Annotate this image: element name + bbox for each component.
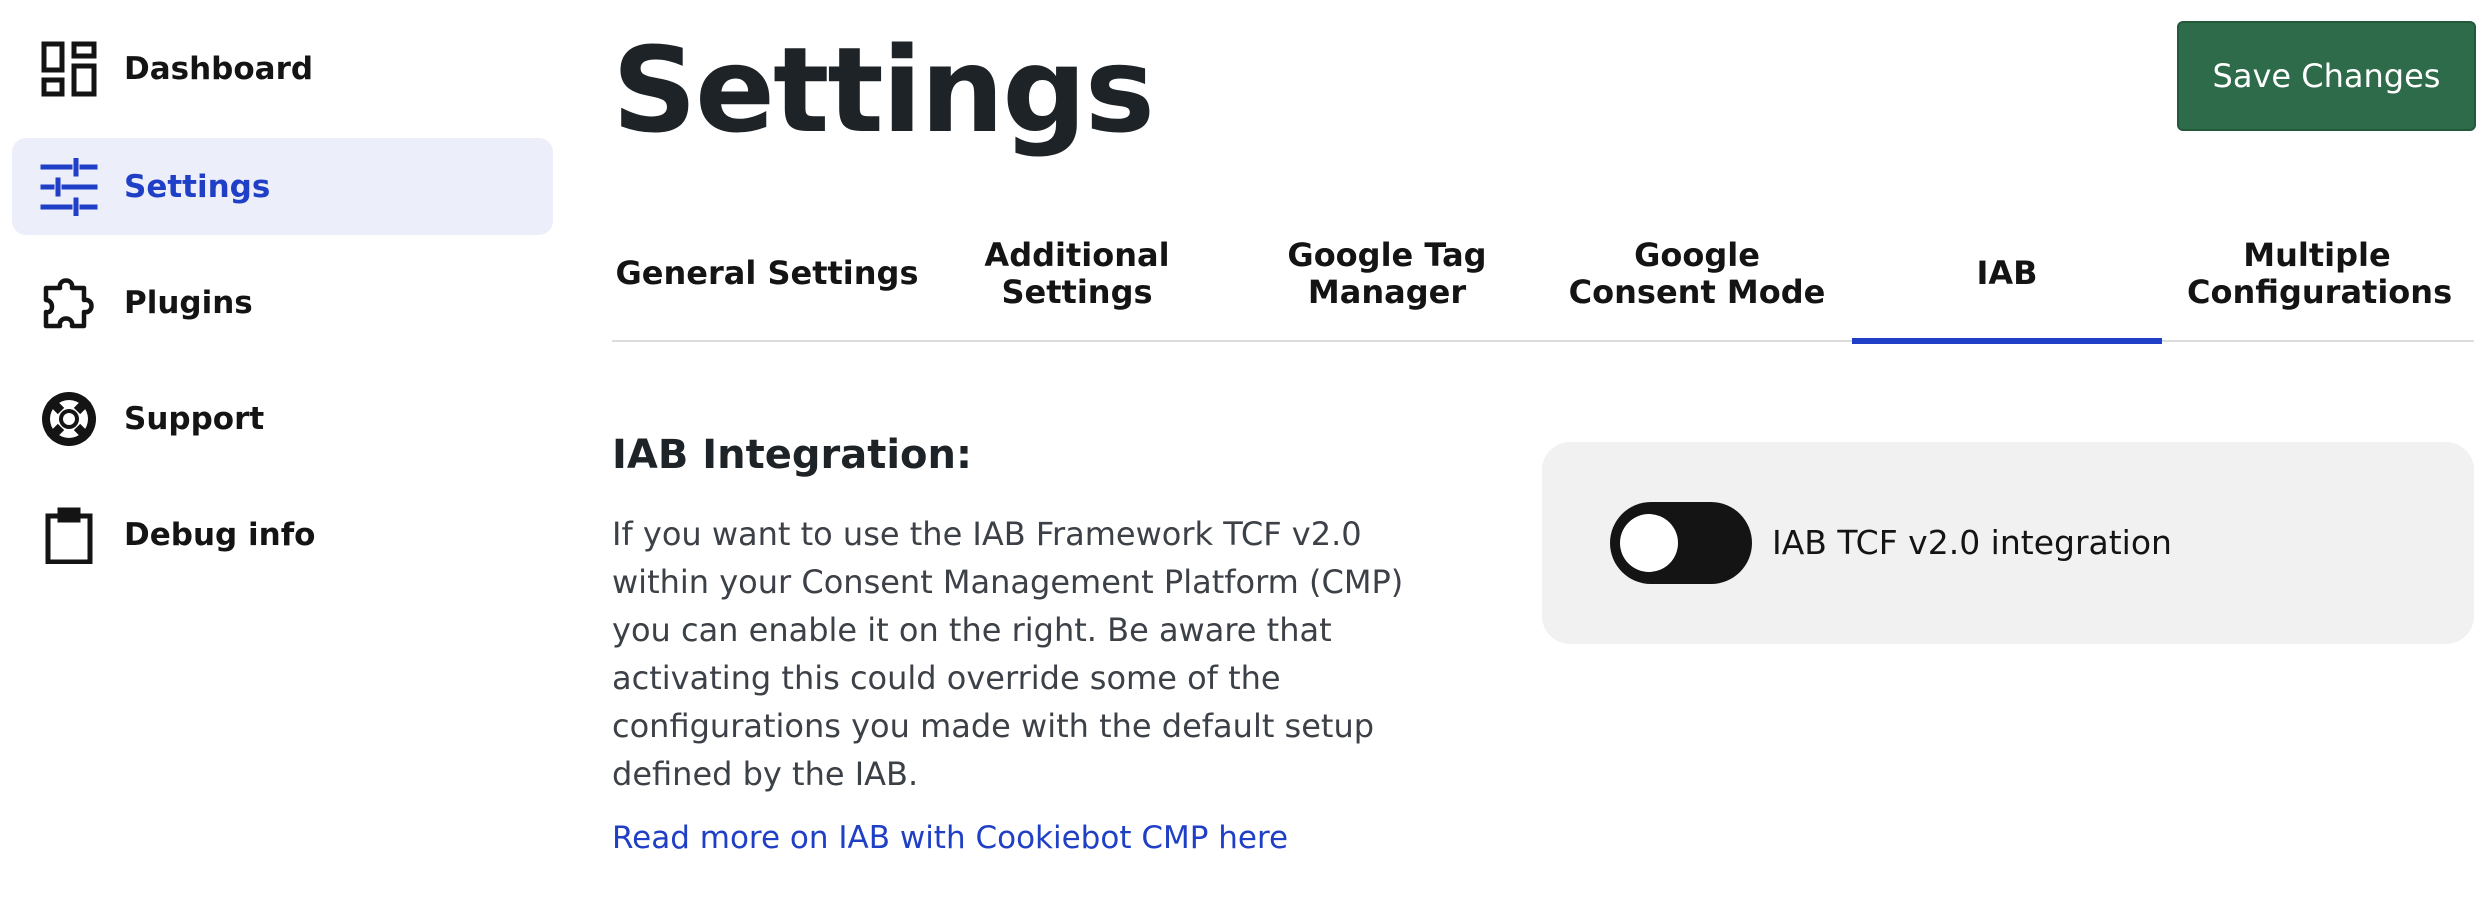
sidebar-item-plugins[interactable]: Plugins [12, 254, 553, 351]
sliders-icon [40, 157, 98, 216]
lifebuoy-icon [40, 390, 98, 448]
tab-general-settings[interactable]: General Settings [612, 205, 922, 342]
iab-description: If you want to use the IAB Framework TCF… [612, 515, 1404, 793]
sidebar: Dashboard Settings Plugins Support Debug… [0, 0, 566, 912]
dashboard-icon [40, 40, 98, 98]
sidebar-item-label: Debug info [124, 516, 316, 553]
iab-option-card: IAB TCF v2.0 integration [1542, 442, 2474, 644]
tab-label: Multiple Configurations [2187, 235, 2453, 311]
iab-tcf-toggle-label: IAB TCF v2.0 integration [1772, 523, 2172, 562]
sidebar-item-dashboard[interactable]: Dashboard [12, 20, 553, 117]
tab-google-consent-mode[interactable]: Google Consent Mode [1542, 205, 1852, 342]
save-changes-button[interactable]: Save Changes [2177, 21, 2476, 131]
sidebar-item-label: Settings [124, 168, 271, 205]
page-title: Settings [612, 21, 1155, 159]
settings-tabs: General Settings Additional Settings Goo… [612, 205, 2474, 344]
sidebar-item-debug-info[interactable]: Debug info [12, 486, 553, 583]
iab-section-title: IAB Integration: [612, 432, 972, 478]
iab-tcf-toggle[interactable] [1610, 502, 1752, 584]
tab-google-tag-manager[interactable]: Google Tag Manager [1232, 205, 1542, 342]
tab-label: Google Tag Manager [1287, 235, 1487, 311]
main-content: Settings Save Changes General Settings A… [612, 0, 2480, 912]
sidebar-item-label: Dashboard [124, 50, 314, 87]
sidebar-item-label: Support [124, 400, 265, 437]
puzzle-icon [40, 274, 98, 332]
tab-multiple-configurations[interactable]: Multiple Configurations [2162, 205, 2472, 342]
tab-iab[interactable]: IAB [1852, 205, 2162, 344]
sidebar-item-support[interactable]: Support [12, 370, 553, 467]
tab-label: Google Consent Mode [1568, 235, 1826, 311]
tab-label: Additional Settings [984, 235, 1170, 311]
clipboard-icon [40, 506, 98, 564]
toggle-knob [1620, 514, 1678, 572]
tab-additional-settings[interactable]: Additional Settings [922, 205, 1232, 342]
sidebar-item-label: Plugins [124, 284, 253, 321]
read-more-link[interactable]: Read more on IAB with Cookiebot CMP here [612, 820, 1288, 856]
sidebar-item-settings[interactable]: Settings [12, 138, 553, 235]
